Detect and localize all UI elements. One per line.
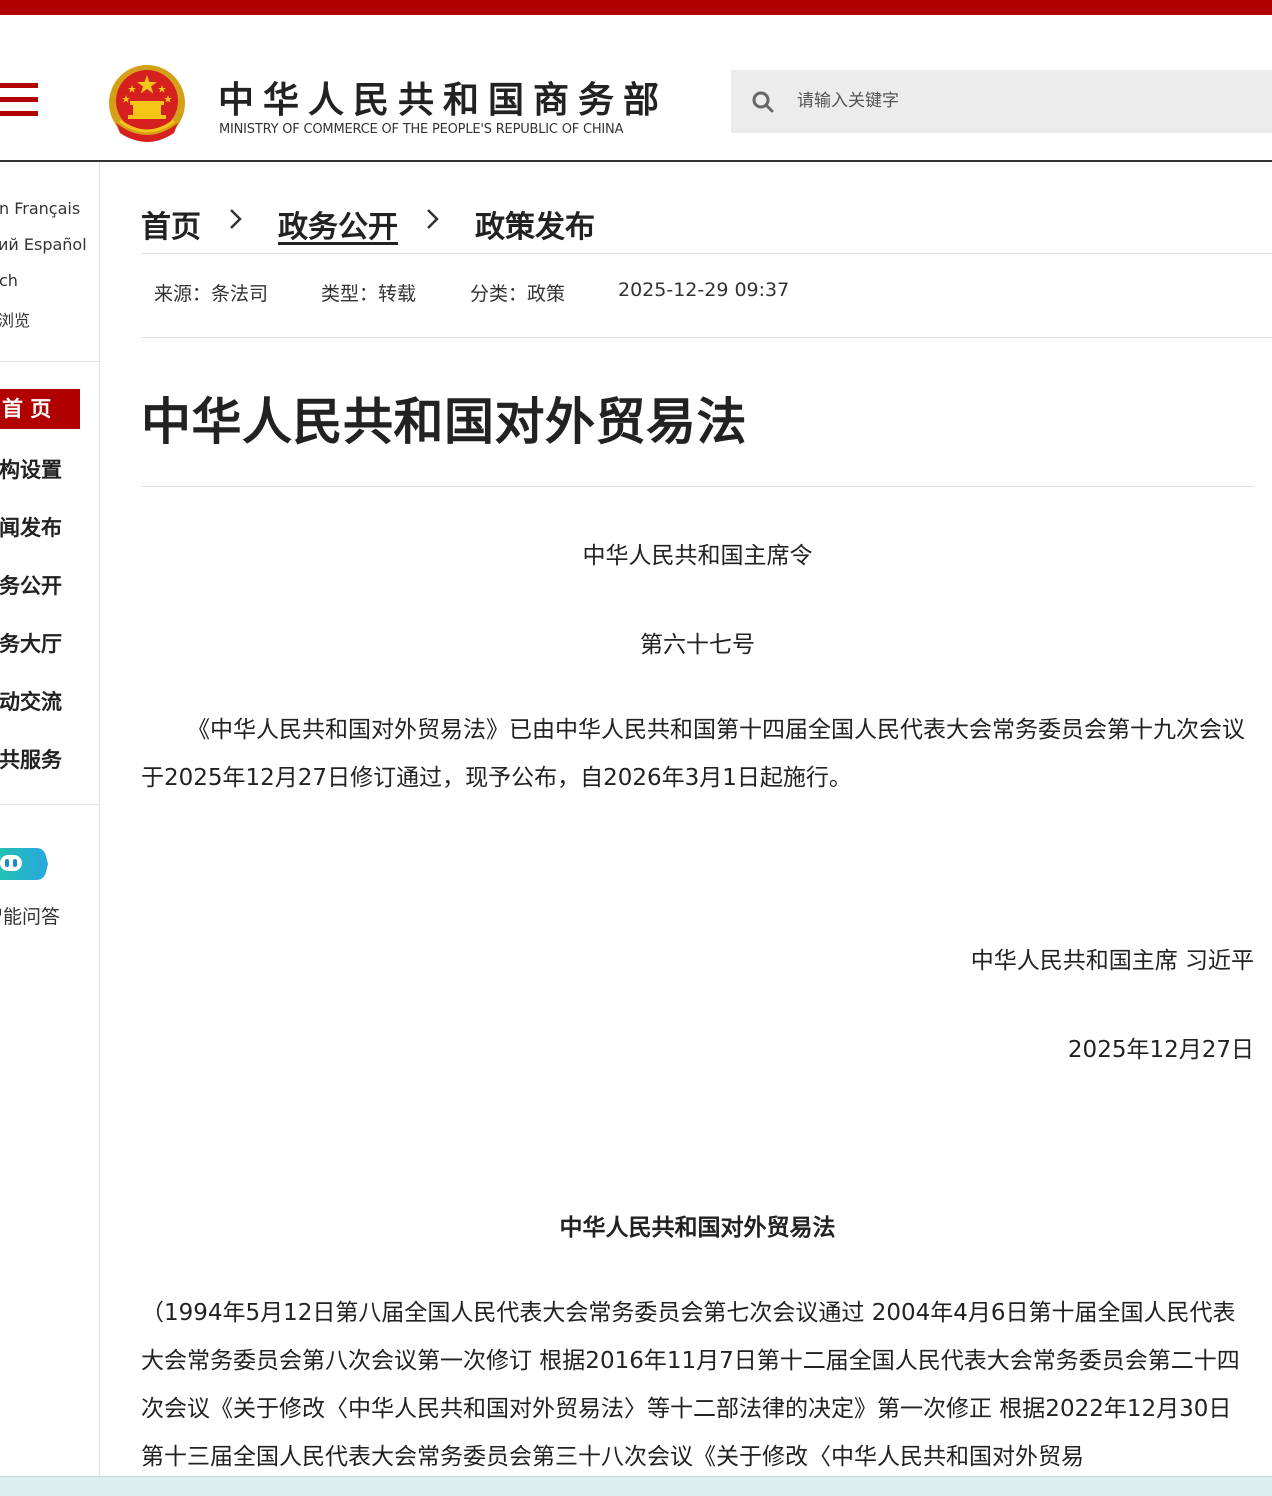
article-title: 中华人民共和国对外贸易法: [141, 393, 747, 451]
language-link-french[interactable]: n Français: [0, 199, 80, 218]
sidebar-item-service-hall[interactable]: 政务大厅: [0, 628, 98, 658]
law-history-text: （1994年5月12日第八届全国人民代表大会常务委员会第七次会议通过 2004年…: [141, 1300, 1240, 1470]
language-link-spanish[interactable]: ий Español: [0, 235, 87, 254]
search-icon[interactable]: [751, 90, 775, 114]
decree-text: 《中华人民共和国对外贸易法》已由中华人民共和国第十四届全国人民代表大会常务委员会…: [141, 717, 1245, 791]
sidebar-item-organization[interactable]: 机构设置: [0, 454, 98, 484]
sidebar-item-public-service[interactable]: 公共服务: [0, 744, 98, 774]
sidebar-divider: [0, 804, 99, 805]
top-accent-bar: [0, 0, 1272, 15]
chevron-right-icon: [427, 209, 439, 229]
sign-date: 2025年12月27日: [1067, 1037, 1254, 1063]
site-title-cn: 中华人民共和国商务部: [218, 79, 669, 121]
chevron-right-icon: [230, 209, 242, 229]
law-title: 中华人民共和国对外贸易法: [559, 1215, 836, 1241]
sidebar-divider: [0, 361, 99, 362]
hamburger-menu-icon[interactable]: [0, 83, 38, 117]
site-title-en: MINISTRY OF COMMERCE OF THE PEOPLE'S REP…: [219, 122, 624, 137]
sidebar-item-label: 首 页: [2, 397, 52, 421]
meta-source: 来源：条法司: [154, 283, 269, 305]
breadcrumb-government-affairs[interactable]: 政务公开: [278, 202, 398, 246]
bottom-scroll-strip: [0, 1476, 1272, 1496]
header-divider: [0, 160, 1272, 162]
search-box: [731, 70, 1272, 133]
sidebar: n Français ий Español ch 浏览 首 页 机构设置 新闻发…: [0, 162, 100, 1476]
breadcrumb-divider: [141, 253, 1272, 254]
breadcrumb-home[interactable]: 首页: [141, 202, 201, 246]
meta-datetime: 2025-12-29 09:37: [618, 279, 790, 301]
sidebar-item-interaction[interactable]: 互动交流: [0, 686, 98, 716]
breadcrumb-policy-release[interactable]: 政策发布: [475, 202, 595, 246]
decree-number: 第六十七号: [640, 632, 755, 658]
sidebar-item-news[interactable]: 新闻发布: [0, 512, 98, 542]
sidebar-item-home[interactable]: 首 页: [0, 389, 80, 429]
search-input[interactable]: [797, 84, 1257, 118]
signature: 中华人民共和国主席 习近平: [970, 948, 1254, 974]
meta-divider: [141, 337, 1272, 338]
language-link-other[interactable]: ch: [0, 271, 18, 290]
meta-type: 类型：转载: [321, 283, 417, 305]
national-emblem-icon: [109, 65, 185, 142]
smart-qa-label[interactable]: 智能问答: [0, 902, 60, 929]
decree-heading: 中华人民共和国主席令: [582, 543, 813, 569]
robot-icon[interactable]: [0, 844, 50, 884]
accessibility-browse-link[interactable]: 浏览: [0, 307, 30, 331]
title-divider: [141, 486, 1254, 487]
sidebar-item-government-affairs[interactable]: 政务公开: [0, 570, 98, 600]
site-header: 中华人民共和国商务部 MINISTRY OF COMMERCE OF THE P…: [0, 15, 1272, 161]
meta-category: 分类：政策: [470, 283, 566, 305]
